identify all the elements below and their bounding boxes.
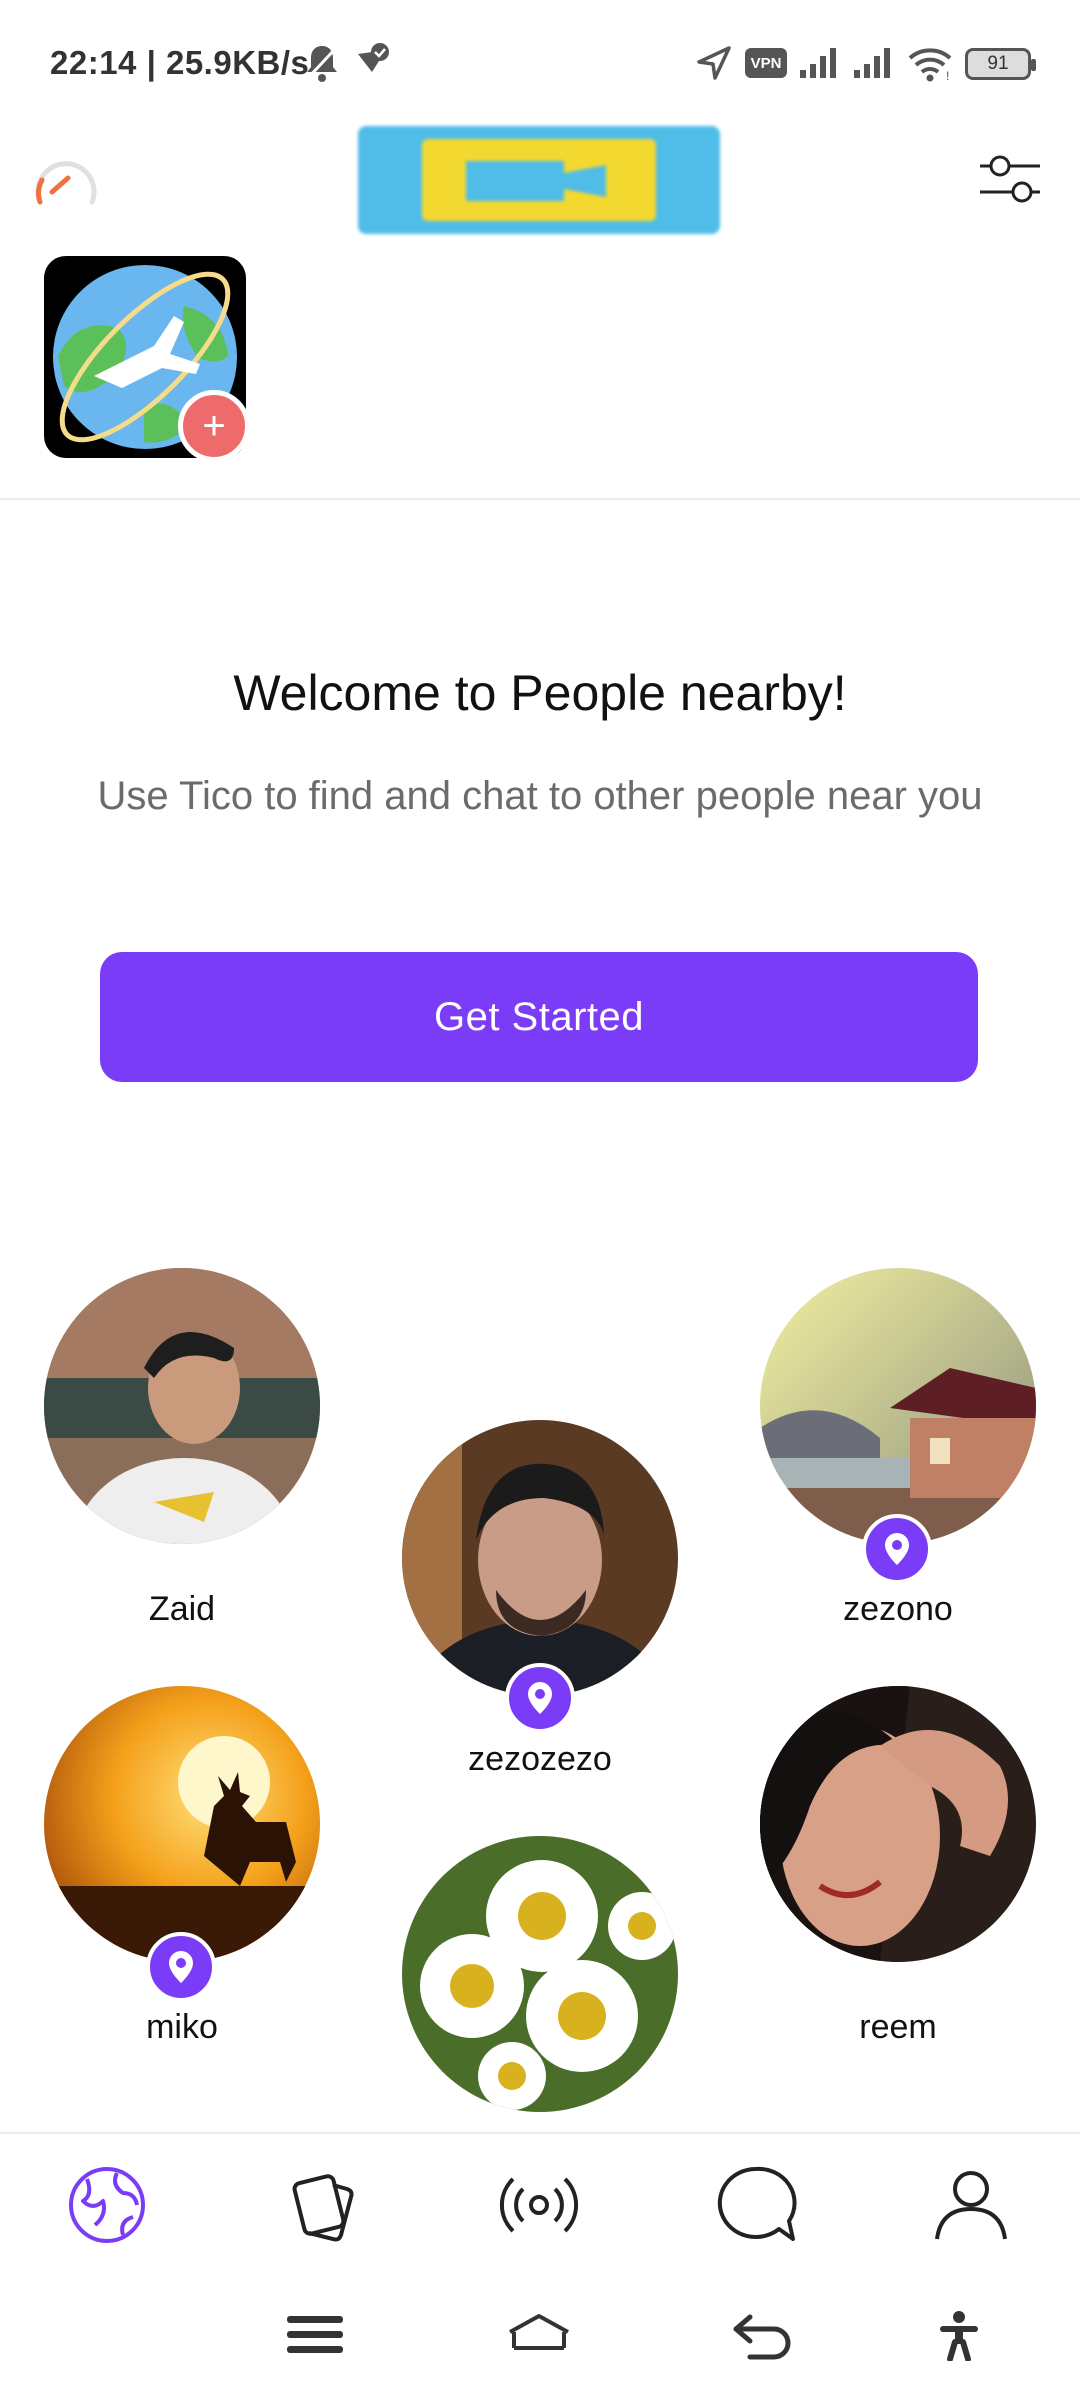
person-avatar-reem[interactable]: [760, 1686, 1036, 1962]
person-avatar-flowers[interactable]: [402, 1836, 678, 2112]
person-photo: [760, 1686, 1036, 1962]
person-photo: [402, 1836, 678, 2112]
globe-icon: [69, 2167, 145, 2243]
add-story-button[interactable]: +: [178, 390, 250, 462]
divider: [0, 498, 1080, 500]
system-accessibility-button[interactable]: [924, 2300, 994, 2370]
nav-cards-tab[interactable]: [278, 2160, 368, 2250]
map-pin-icon: [885, 1533, 909, 1565]
menu-icon: [287, 2316, 343, 2353]
system-menu-button[interactable]: [280, 2300, 350, 2370]
location-pin-badge: [862, 1514, 932, 1584]
bottom-nav-divider: [0, 2132, 1080, 2134]
person-photo: [760, 1268, 1036, 1544]
speedometer-icon[interactable]: [30, 150, 102, 214]
person-avatar-zezozezo[interactable]: [402, 1420, 678, 1696]
person-name: zezozezo: [468, 1740, 612, 1778]
person-avatar-miko[interactable]: [44, 1686, 320, 1962]
person-name: Zaid: [148, 1590, 216, 1628]
system-home-button[interactable]: [504, 2300, 574, 2370]
signal-icon: [800, 48, 836, 78]
location-pin-badge: [505, 1663, 575, 1733]
status-bar: 22:14 | 25.9KB/s VPN ! 91: [0, 0, 1080, 120]
back-icon: [733, 2314, 791, 2360]
location-arrow-icon: [697, 46, 731, 80]
accessibility-icon: [940, 2311, 978, 2361]
vpn-badge: VPN: [745, 48, 787, 78]
check-shield-icon: [358, 43, 389, 72]
wifi-icon: !: [908, 48, 952, 83]
status-time: 22:14 | 25.9KB/s: [50, 44, 310, 81]
map-pin-icon: [169, 1951, 193, 1983]
person-name: reem: [859, 2008, 937, 2046]
system-back-button[interactable]: [728, 2300, 798, 2370]
welcome-subtitle: Use Tico to find and chat to other peopl…: [97, 774, 983, 818]
welcome-title: Welcome to People nearby!: [233, 665, 847, 721]
nav-profile-tab[interactable]: [926, 2160, 1016, 2250]
person-name: miko: [146, 2008, 218, 2046]
cards-icon: [292, 2174, 354, 2242]
location-pin-badge: [146, 1932, 216, 2002]
chat-icon: [717, 2166, 797, 2241]
nav-broadcast-tab[interactable]: [494, 2160, 584, 2250]
profile-icon: [935, 2171, 1007, 2240]
signal-icon: [854, 48, 890, 78]
app-logo: [358, 126, 720, 234]
home-icon: [509, 2314, 569, 2350]
person-photo: [402, 1420, 678, 1696]
nav-chat-tab[interactable]: [710, 2160, 800, 2250]
alarm-off-icon: [306, 46, 338, 82]
get-started-button[interactable]: Get Started: [100, 952, 978, 1082]
battery-icon: 91: [965, 48, 1036, 80]
person-avatar-zaid[interactable]: [44, 1268, 320, 1544]
person-name: zezono: [843, 1590, 953, 1628]
nav-nearby-tab[interactable]: [62, 2160, 152, 2250]
map-pin-icon: [528, 1682, 552, 1714]
broadcast-icon: [499, 2177, 579, 2233]
person-avatar-zezono[interactable]: [760, 1268, 1036, 1544]
filter-sliders-icon[interactable]: [976, 148, 1044, 212]
person-photo: [44, 1686, 320, 1962]
svg-text:!: !: [946, 69, 949, 83]
person-photo: [44, 1268, 320, 1544]
